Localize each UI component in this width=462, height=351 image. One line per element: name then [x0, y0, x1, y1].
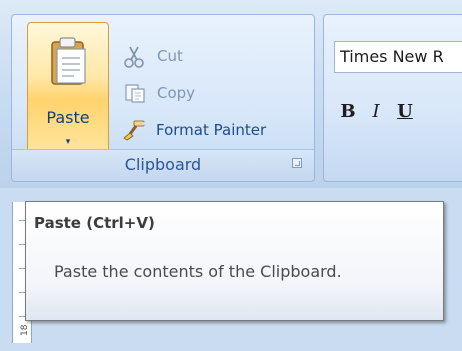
paste-button[interactable]: Paste ▾ — [27, 22, 109, 156]
ribbon: Paste ▾ Cut Copy Format Painter Clipboar… — [0, 0, 462, 189]
font-name-dropdown[interactable]: Times New R — [334, 41, 462, 73]
format-painter-button[interactable]: Format Painter — [120, 116, 266, 144]
cut-label: Cut — [157, 47, 183, 65]
copy-button[interactable]: Copy — [121, 79, 195, 107]
ruler-number: 18 — [20, 324, 30, 336]
copy-label: Copy — [157, 84, 196, 102]
copy-icon — [121, 81, 149, 105]
clipboard-paste-icon — [46, 35, 92, 89]
dialog-launcher-icon[interactable] — [292, 158, 302, 168]
bold-button[interactable]: B — [334, 98, 362, 126]
italic-button[interactable]: I — [362, 98, 390, 126]
scissors-icon — [121, 44, 149, 68]
clipboard-group-title: Clipboard — [124, 155, 202, 174]
paste-button-label: Paste — [46, 108, 90, 127]
font-group: Times New R B I U — [323, 14, 462, 182]
clipboard-group-footer: Clipboard — [12, 149, 314, 181]
paste-tooltip: Paste (Ctrl+V) Paste the contents of the… — [25, 201, 444, 321]
underline-button[interactable]: U — [391, 98, 419, 126]
cut-button[interactable]: Cut — [121, 42, 183, 70]
tooltip-title: Paste (Ctrl+V) — [34, 214, 155, 232]
clipboard-group: Paste ▾ Cut Copy Format Painter Clipboar… — [11, 14, 315, 182]
paste-dropdown-arrow-icon[interactable]: ▾ — [28, 137, 108, 147]
format-painter-brush-icon — [120, 118, 148, 142]
format-painter-label: Format Painter — [156, 121, 267, 139]
tooltip-description: Paste the contents of the Clipboard. — [54, 262, 342, 281]
